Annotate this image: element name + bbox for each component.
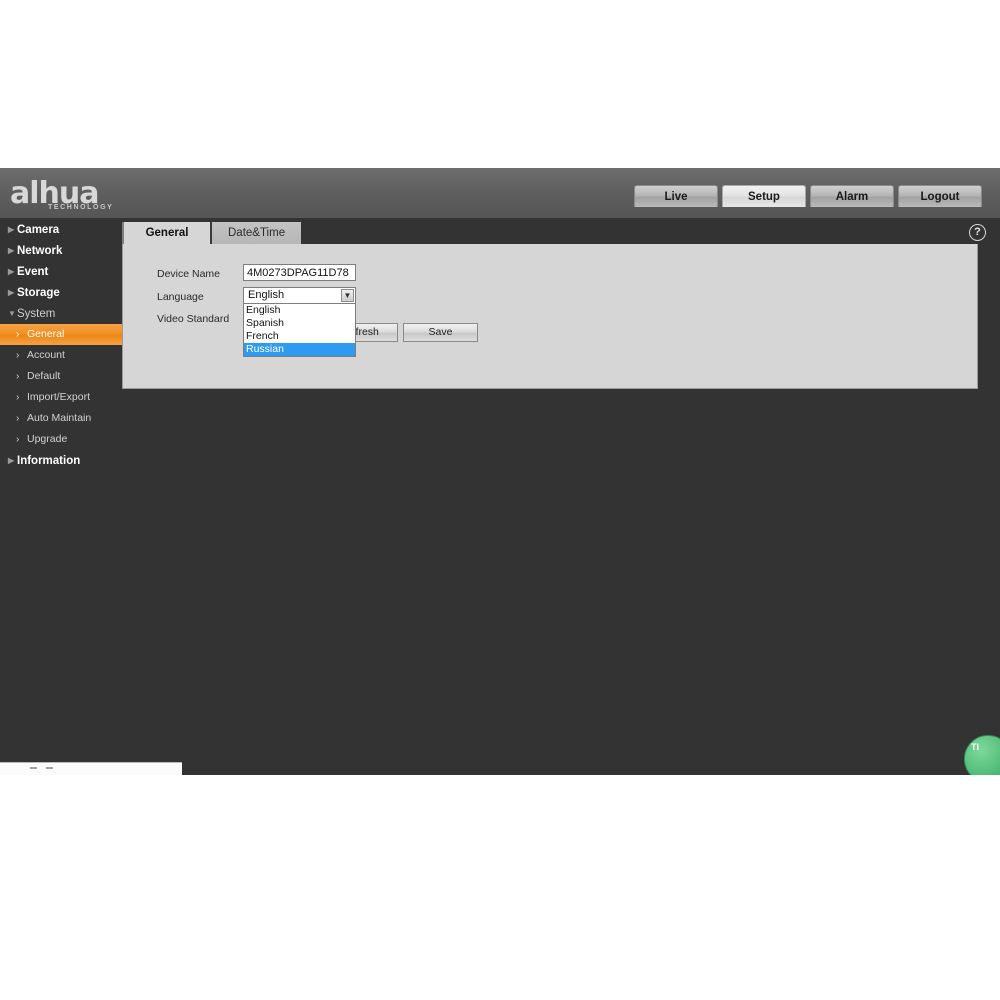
sidebar-item-label: Network [17,245,63,257]
chevron-right-icon: ▶ [8,225,15,234]
app-header: alhua TECHNOLOGY Live Setup Alarm Logout [0,168,1000,218]
language-options-list: English Spanish French Russian [243,304,356,357]
chevron-right-icon: › [16,434,20,445]
sidebar-item-storage[interactable]: ▶ Storage [0,282,122,303]
sidebar-item-network[interactable]: ▶ Network [0,240,122,261]
device-name-row: Device Name [123,264,977,284]
chevron-right-icon: › [16,350,20,361]
sidebar-item-label: Import/Export [27,391,91,403]
language-option-english[interactable]: English [244,304,355,317]
tab-general[interactable]: General [122,222,210,244]
sidebar-item-camera[interactable]: ▶ Camera [0,219,122,240]
tab-date-time[interactable]: Date&Time [210,222,302,244]
app-window: alhua TECHNOLOGY Live Setup Alarm Logout… [0,168,1000,775]
sidebar-item-general[interactable]: › General [0,324,122,345]
sidebar-navigation: ▶ Camera ▶ Network ▶ Event ▶ Storage ▼System… [0,218,122,775]
topnav-live-button[interactable]: Live [634,185,718,207]
sidebar-item-label: General [27,328,65,340]
chevron-right-icon: › [16,371,20,382]
help-icon[interactable]: ? [969,224,986,241]
sidebar-item-label: Camera [17,224,60,236]
top-navigation: Live Setup Alarm Logout [634,185,982,207]
sidebar-item-information[interactable]: ▶ Information [0,450,122,471]
status-dash-icon [30,767,37,769]
content-area: General Date&Time ? Device Name Language… [122,218,1000,408]
device-name-label: Device Name [157,268,221,280]
device-name-input[interactable] [243,264,356,281]
sidebar-item-event[interactable]: ▶ Event [0,261,122,282]
chevron-right-icon: ▶ [8,267,15,276]
sidebar-item-label: Storage [17,287,60,299]
language-selected-value: English [248,289,285,301]
sidebar-item-label: System [17,308,56,320]
dahua-logo: alhua TECHNOLOGY [10,174,160,214]
topnav-alarm-button[interactable]: Alarm [810,185,894,207]
settings-panel: Device Name Language English ▼ Video Sta… [122,244,978,389]
status-dash-icon [46,767,53,769]
badge-label: TI [971,742,979,752]
language-select[interactable]: English ▼ [243,287,356,304]
sidebar-item-label: Account [27,349,65,361]
sidebar-item-import-export[interactable]: › Import/Export [0,387,122,408]
chevron-right-icon: ▶ [8,456,15,465]
topnav-setup-button[interactable]: Setup [722,185,806,207]
language-label: Language [157,291,204,303]
video-standard-label: Video Standard [157,313,230,325]
sidebar-item-default[interactable]: › Default [0,366,122,387]
chevron-down-icon: ▼ [8,309,16,318]
sidebar-item-auto-maintain[interactable]: › Auto Maintain [0,408,122,429]
save-button[interactable]: Save [403,323,478,342]
sidebar-item-label: Upgrade [27,433,68,445]
chevron-right-icon: › [16,413,20,424]
tab-bar: General Date&Time [122,222,302,244]
sidebar-item-label: Auto Maintain [27,412,92,424]
sidebar-item-label: Information [17,455,81,467]
bottom-status-strip [0,762,182,775]
sidebar-item-label: Default [27,370,61,382]
sidebar-item-account[interactable]: › Account [0,345,122,366]
chevron-down-icon[interactable]: ▼ [341,289,354,302]
topnav-logout-button[interactable]: Logout [898,185,982,207]
sidebar-item-label: Event [17,266,49,278]
green-badge-icon: TI [964,735,1000,775]
sidebar-item-system[interactable]: ▼System [0,303,122,324]
chevron-right-icon: › [16,329,20,340]
chevron-right-icon: ▶ [8,288,15,297]
language-option-russian[interactable]: Russian [244,343,355,356]
language-option-french[interactable]: French [244,330,355,343]
language-option-spanish[interactable]: Spanish [244,317,355,330]
chevron-right-icon: ▶ [8,246,15,255]
chevron-right-icon: › [16,392,20,403]
logo-tagline: TECHNOLOGY [48,204,114,211]
sidebar-item-upgrade[interactable]: › Upgrade [0,429,122,450]
